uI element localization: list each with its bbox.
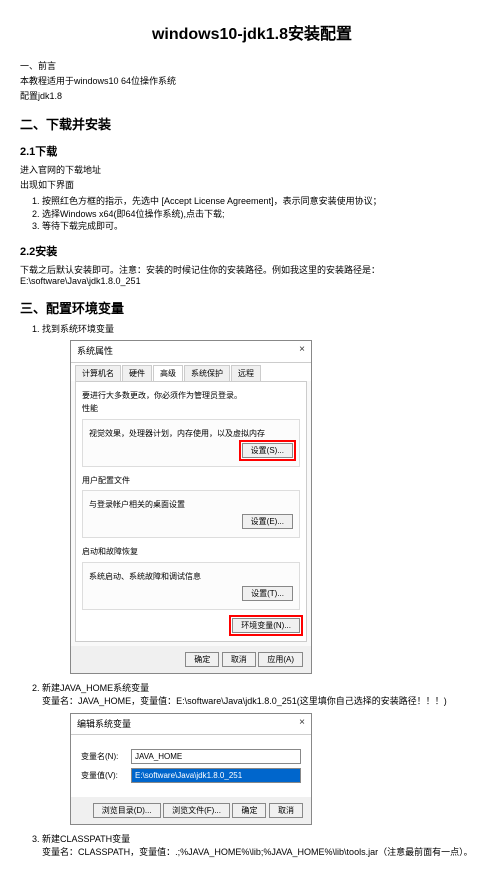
ok-button[interactable]: 确定: [232, 803, 266, 818]
tab-remote[interactable]: 远程: [231, 365, 261, 381]
start-text: 系统启动、系统故障和调试信息: [89, 571, 293, 582]
sec2-sub1-li1: 按照红色方框的指示，先选中 [Accept License Agreement]…: [42, 195, 484, 208]
apply-button[interactable]: 应用(A): [258, 652, 303, 667]
dialog2-button-row: 浏览目录(D)... 浏览文件(F)... 确定 取消: [71, 797, 311, 824]
var-name-row: 变量名(N):: [81, 749, 301, 764]
sec3-li3-sub: 变量名：CLASSPATH，变量值：.;%JAVA_HOME%\lib;%JAV…: [42, 847, 473, 857]
browse-dir-button[interactable]: 浏览目录(D)...: [93, 803, 161, 818]
var-value-row: 变量值(V):: [81, 768, 301, 783]
user-text: 与登录帐户相关的桌面设置: [89, 499, 293, 510]
sec3-li2: 新建JAVA_HOME系统变量 变量名：JAVA_HOME，变量值：E:\sof…: [42, 682, 484, 825]
sec1-heading: 一、前言: [20, 59, 484, 72]
var-name-label: 变量名(N):: [81, 751, 131, 762]
sec1-line2: 配置jdk1.8: [20, 89, 484, 102]
sec2-sub1-li3: 等待下载完成即可。: [42, 220, 484, 233]
sec3-li2-text: 新建JAVA_HOME系统变量: [42, 683, 149, 693]
system-properties-dialog: 系统属性 × 计算机名 硬件 高级 系统保护 远程 要进行大多数更改，你必须作为…: [70, 340, 312, 674]
ok-button[interactable]: 确定: [185, 652, 219, 667]
tab-advanced[interactable]: 高级: [153, 365, 183, 381]
user-settings-button[interactable]: 设置(E)...: [242, 514, 293, 529]
sec3-li3: 新建CLASSPATH变量 变量名：CLASSPATH，变量值：.;%JAVA_…: [42, 833, 484, 858]
perf-text: 视觉效果，处理器计划，内存使用，以及虚拟内存: [89, 428, 293, 439]
page-title: windows10-jdk1.8安装配置: [20, 20, 484, 44]
sec3-li1-text: 找到系统环境变量: [42, 324, 114, 334]
tab-hardware[interactable]: 硬件: [122, 365, 152, 381]
tab-computer-name[interactable]: 计算机名: [75, 365, 121, 381]
advanced-panel: 要进行大多数更改，你必须作为管理员登录。 性能 视觉效果，处理器计划，内存使用，…: [75, 381, 307, 642]
user-box: 与登录帐户相关的桌面设置 设置(E)...: [82, 490, 300, 538]
sec2-sub1-p2: 出现如下界面: [20, 178, 484, 191]
var-name-input[interactable]: [131, 749, 301, 764]
dialog2-title-text: 编辑系统变量: [77, 718, 131, 731]
sec2-sub1-heading: 2.1下载: [20, 143, 484, 159]
sec3-li3-text: 新建CLASSPATH变量: [42, 834, 130, 844]
dialog-title-text: 系统属性: [77, 345, 113, 358]
sec3-li1: 找到系统环境变量 系统属性 × 计算机名 硬件 高级 系统保护 远程 要进行大多…: [42, 323, 484, 675]
var-value-label: 变量值(V):: [81, 770, 131, 781]
dialog-titlebar: 系统属性 ×: [71, 341, 311, 363]
perf-settings-button[interactable]: 设置(S)...: [242, 443, 293, 458]
dialog-button-row: 确定 取消 应用(A): [71, 646, 311, 673]
dialog2-titlebar: 编辑系统变量 ×: [71, 714, 311, 736]
perf-label: 性能: [82, 403, 300, 414]
tab-system-protection[interactable]: 系统保护: [184, 365, 230, 381]
perf-box: 视觉效果，处理器计划，内存使用，以及虚拟内存 设置(S)...: [82, 419, 300, 467]
sec1-line1: 本教程适用于windows10 64位操作系统: [20, 74, 484, 87]
dialog2-body: 变量名(N): 变量值(V):: [71, 735, 311, 797]
env-vars-button[interactable]: 环境变量(N)...: [232, 618, 300, 633]
start-settings-button[interactable]: 设置(T)...: [242, 586, 293, 601]
tab-bar: 计算机名 硬件 高级 系统保护 远程: [71, 363, 311, 381]
sec3-li2-sub: 变量名：JAVA_HOME，变量值：E:\software\Java\jdk1.…: [42, 696, 447, 706]
close-icon[interactable]: ×: [299, 345, 305, 358]
sec2-sub2-heading: 2.2安装: [20, 243, 484, 259]
edit-variable-dialog: 编辑系统变量 × 变量名(N): 变量值(V): 浏览目录(D)... 浏览文件…: [70, 713, 312, 826]
start-box: 系统启动、系统故障和调试信息 设置(T)...: [82, 562, 300, 610]
start-label: 启动和故障恢复: [82, 546, 300, 557]
close-icon[interactable]: ×: [299, 718, 305, 731]
user-label: 用户配置文件: [82, 475, 300, 486]
cancel-button[interactable]: 取消: [222, 652, 256, 667]
sec3-heading: 三、配置环境变量: [20, 298, 484, 317]
sec2-sub1-p1: 进入官网的下载地址: [20, 163, 484, 176]
browse-file-button[interactable]: 浏览文件(F)...: [163, 803, 230, 818]
sec2-heading: 二、下载并安装: [20, 114, 484, 133]
sec2-sub2-p1: 下载之后默认安装即可。注意：安装的时候记住你的安装路径。例如我这里的安装路径是：…: [20, 263, 484, 286]
var-value-input[interactable]: [131, 768, 301, 783]
admin-note: 要进行大多数更改，你必须作为管理员登录。: [82, 390, 300, 401]
cancel-button[interactable]: 取消: [269, 803, 303, 818]
sec2-sub1-li2: 选择Windows x64(即64位操作系统),点击下载;: [42, 208, 484, 221]
